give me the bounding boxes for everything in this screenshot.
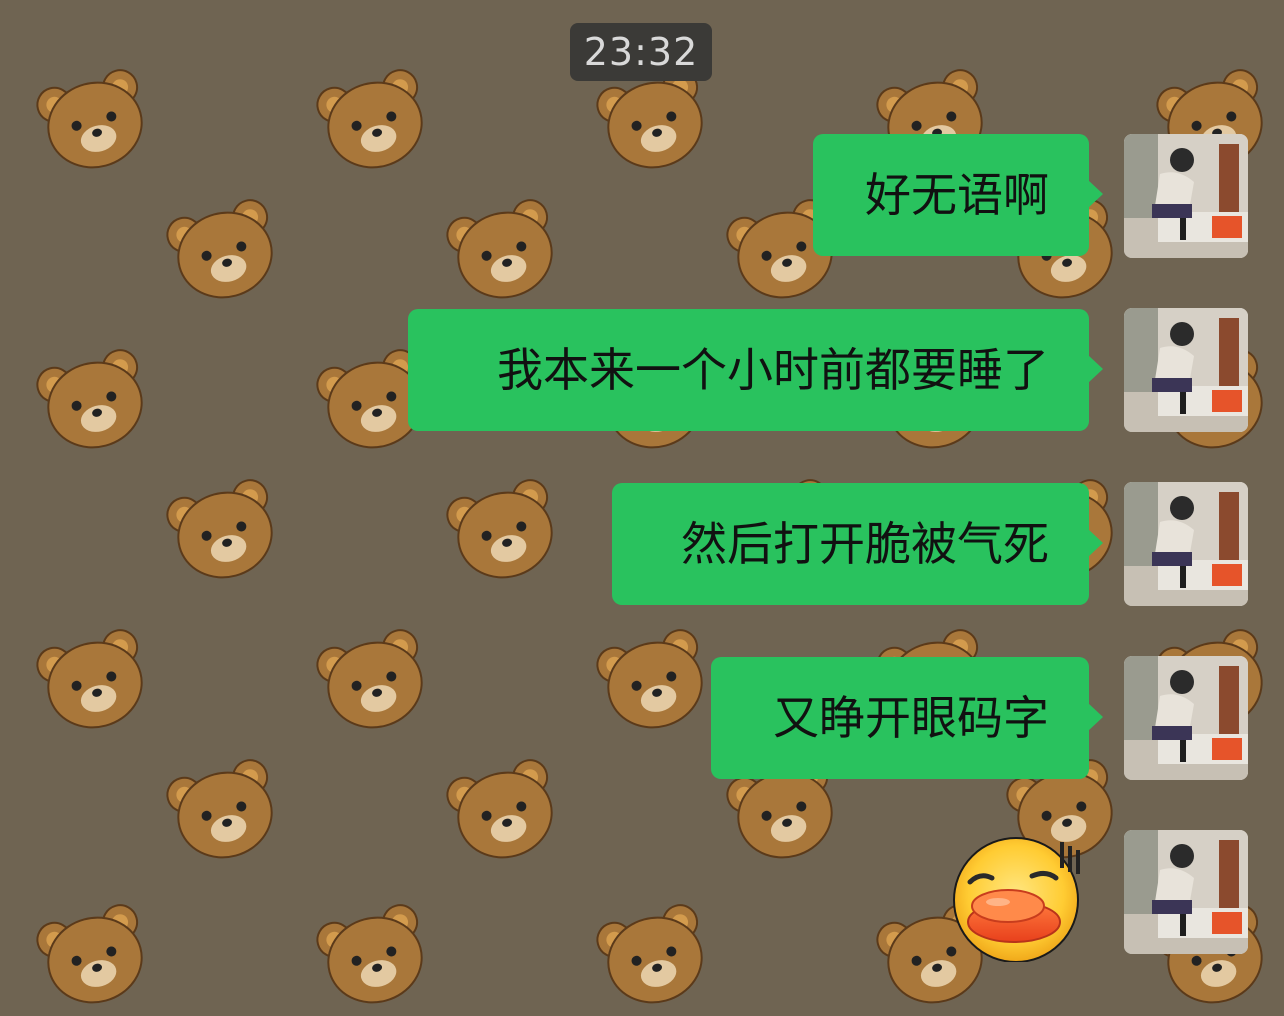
avatar[interactable] xyxy=(1124,830,1248,954)
message-text: 我本来一个小时前都要睡了 xyxy=(497,343,1049,397)
avatar-photo-icon xyxy=(1124,830,1248,954)
message-bubble[interactable]: 然后打开脆被气死 xyxy=(612,483,1103,605)
message-text: 然后打开脆被气死 xyxy=(681,517,1049,571)
avatar[interactable] xyxy=(1124,482,1248,606)
avatar-photo-icon xyxy=(1124,308,1248,432)
message-text: 又睁开眼码字 xyxy=(773,691,1049,745)
message-bubble[interactable]: 又睁开眼码字 xyxy=(711,657,1103,779)
avatar[interactable] xyxy=(1124,656,1248,780)
message-text: 好无语啊 xyxy=(865,168,1049,222)
avatar-photo-icon xyxy=(1124,134,1248,258)
avatar[interactable] xyxy=(1124,308,1248,432)
duck-face-sticker[interactable] xyxy=(946,836,1092,963)
message-timestamp: 23:32 xyxy=(570,23,712,81)
avatar-photo-icon xyxy=(1124,482,1248,606)
message-bubble[interactable]: 我本来一个小时前都要睡了 xyxy=(408,309,1103,431)
avatar-photo-icon xyxy=(1124,656,1248,780)
message-bubble[interactable]: 好无语啊 xyxy=(813,134,1103,256)
avatar[interactable] xyxy=(1124,134,1248,258)
duck-face-icon xyxy=(953,837,1080,963)
